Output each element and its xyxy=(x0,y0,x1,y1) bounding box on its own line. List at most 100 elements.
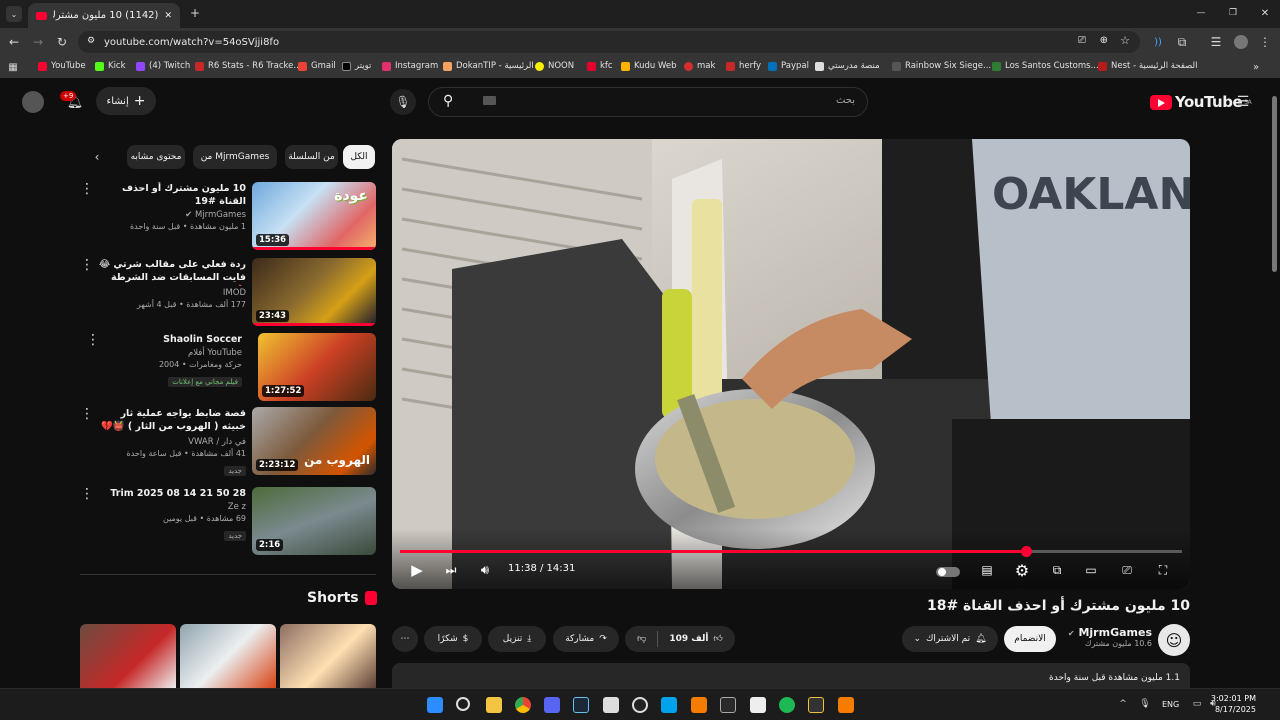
language-indicator[interactable]: ENG xyxy=(1162,700,1179,709)
video-title[interactable]: قصة ضابط يواجه عملية ثار خبيثه ( الهروب … xyxy=(96,407,246,435)
bookmark-kfc[interactable]: kfc xyxy=(587,61,613,71)
channel-name[interactable]: MjrmGames xyxy=(195,210,246,220)
more-actions-icon[interactable]: ⋮ xyxy=(80,407,94,421)
volume-icon[interactable]: 🔊︎ xyxy=(476,561,494,579)
tab-search-icon[interactable]: ⌄ xyxy=(6,6,22,22)
discord-icon[interactable] xyxy=(544,697,560,713)
short-thumbnail[interactable] xyxy=(280,624,376,688)
app-icon[interactable] xyxy=(838,697,854,713)
extensions-puzzle-icon[interactable]: ⧉ xyxy=(1174,34,1190,50)
maximize-icon[interactable]: ❐ xyxy=(1226,6,1240,20)
bookmark-herfy[interactable]: herfy xyxy=(726,61,761,71)
bookmark-star-icon[interactable]: ☆ xyxy=(1120,34,1130,47)
page-scrollbar[interactable] xyxy=(1272,96,1277,272)
join-button[interactable]: الانضمام xyxy=(1004,626,1056,652)
more-actions-icon[interactable]: ⋮ xyxy=(80,258,94,272)
keyboard-icon[interactable] xyxy=(483,96,496,105)
channel-name[interactable]: Ze z xyxy=(96,502,246,512)
video-player[interactable]: OAKLAN ▶ ⏭︎ 🔊︎ 11:38 / 14:31 ▤ ⚙ ⧉ ▭ ⎚ ⛶ xyxy=(392,139,1190,589)
bookmark-paypal[interactable]: Paypal xyxy=(768,61,809,71)
bookmark-nest[interactable]: Nest - الصفحة الرئيسية xyxy=(1098,61,1197,71)
autoplay-toggle[interactable] xyxy=(936,567,960,577)
app-icon[interactable] xyxy=(603,697,619,713)
dislike-button[interactable]: 👎︎ xyxy=(637,634,646,644)
captions-icon[interactable]: ▤ xyxy=(978,561,996,579)
app-icon[interactable] xyxy=(808,697,824,713)
like-button[interactable]: 👍︎ xyxy=(713,634,722,644)
channel-name[interactable]: YouTube أفلام xyxy=(92,348,242,358)
video-title[interactable]: Shaolin Soccer xyxy=(92,333,242,346)
epic-games-icon[interactable] xyxy=(720,697,736,713)
app-icon[interactable] xyxy=(750,697,766,713)
search-icon[interactable]: ⚲ xyxy=(443,93,453,109)
profile-avatar[interactable] xyxy=(1234,35,1248,49)
video-thumbnail[interactable]: الهروب من 2:23:12 xyxy=(252,407,376,475)
media-control-icon[interactable]: ☰ xyxy=(1208,34,1224,50)
site-info-icon[interactable]: ⚙ xyxy=(87,36,95,46)
fullscreen-icon[interactable]: ⛶ xyxy=(1154,561,1172,579)
channel-avatar[interactable]: ☺ xyxy=(1158,624,1190,656)
search-input[interactable]: ⚲ بحث xyxy=(428,87,868,117)
download-button[interactable]: تنزيل ⤓ xyxy=(488,626,546,652)
settings-gear-icon[interactable]: ⚙ xyxy=(1012,560,1032,580)
bookmark-dokantip[interactable]: DokanTIP - الرئيسية xyxy=(443,61,534,71)
tray-expand-icon[interactable]: ^ xyxy=(1116,697,1130,711)
progress-bar[interactable] xyxy=(400,546,1182,557)
bookmark-noon[interactable]: NOON xyxy=(535,61,574,71)
subscribed-button[interactable]: ⌄ تم الاشتراك 🔔︎ xyxy=(902,626,998,652)
chip-all[interactable]: الكل xyxy=(343,145,375,169)
bookmark-r6stats[interactable]: R6 Stats - R6 Tracke... xyxy=(195,61,301,71)
video-title[interactable]: Trim 2025 08 14 21 50 28 xyxy=(96,487,246,500)
forward-icon[interactable]: → xyxy=(30,34,46,50)
chip-from-channel[interactable]: من MjrmGames xyxy=(193,145,277,169)
back-icon[interactable]: ← xyxy=(6,34,22,50)
chrome-icon[interactable] xyxy=(515,697,531,713)
minimize-icon[interactable]: — xyxy=(1194,6,1208,20)
bookmark-mak[interactable]: mak xyxy=(684,61,715,71)
spotify-icon[interactable] xyxy=(779,697,795,713)
chips-prev-icon[interactable]: ‹ xyxy=(90,150,104,164)
recommendation-item[interactable]: 2:16 Trim 2025 08 14 21 50 28 Ze z 69 مش… xyxy=(80,487,376,557)
recommendation-item[interactable]: 23:43 ردة فعلي على مقالب شرتي 😂 فايت الم… xyxy=(80,258,376,328)
extension-icon[interactable]: )) xyxy=(1150,34,1166,50)
more-actions-icon[interactable]: ⋮ xyxy=(86,333,100,347)
more-actions-icon[interactable]: ⋮ xyxy=(80,487,94,501)
obs-icon[interactable] xyxy=(632,697,648,713)
account-avatar[interactable] xyxy=(22,91,44,113)
video-thumbnail[interactable]: عودة 15:36 xyxy=(252,182,376,250)
video-title[interactable]: 10 مليون مشترك أو احذف القناة #19 xyxy=(96,182,246,208)
chip-from-series[interactable]: من السلسلة xyxy=(285,145,338,169)
browser-menu-icon[interactable]: ⋮ xyxy=(1258,34,1272,50)
app-icon[interactable] xyxy=(691,697,707,713)
more-actions-icon[interactable]: ⋮ xyxy=(80,182,94,196)
apps-grid-icon[interactable]: ▦ xyxy=(6,60,20,74)
browser-tab[interactable]: (1142) 10 مليون مشترك أو احذف... ✕ xyxy=(28,3,180,28)
bookmark-twitch[interactable]: (4) Twitch xyxy=(136,61,190,71)
thanks-button[interactable]: شكرًا $ xyxy=(424,626,482,652)
bookmark-madrasati[interactable]: منصة مدرستي xyxy=(815,61,880,71)
recommendation-item[interactable]: الهروب من 2:23:12 قصة ضابط يواجه عملية ث… xyxy=(80,407,376,477)
video-title[interactable]: ردة فعلي على مقالب شرتي 😂 فايت المسابقات… xyxy=(96,258,246,286)
video-thumbnail[interactable]: 2:16 xyxy=(252,487,376,555)
close-window-icon[interactable]: ✕ xyxy=(1258,6,1272,20)
next-icon[interactable]: ⏭︎ xyxy=(442,561,460,579)
search-icon[interactable] xyxy=(456,697,470,711)
bookmark-los-santos[interactable]: Los Santos Customs... xyxy=(992,61,1099,71)
install-app-icon[interactable]: ⎚ xyxy=(1078,35,1086,46)
more-actions-button[interactable]: ⋯ xyxy=(392,626,418,652)
channel-name[interactable]: في دار / VWAR xyxy=(96,437,246,447)
reload-icon[interactable]: ↻ xyxy=(54,34,70,50)
video-thumbnail[interactable]: 1:27:52 xyxy=(258,333,376,401)
short-thumbnail[interactable] xyxy=(80,624,176,688)
network-icon[interactable]: ▭ xyxy=(1190,697,1204,711)
guide-menu-icon[interactable]: ☰ xyxy=(1234,93,1252,111)
start-icon[interactable] xyxy=(427,697,443,713)
theater-mode-icon[interactable]: ▭ xyxy=(1082,561,1100,579)
voice-search-icon[interactable]: 🎙︎ xyxy=(390,89,416,115)
bookmark-kick[interactable]: Kick xyxy=(95,61,126,71)
channel-name[interactable]: IMOD xyxy=(96,288,246,298)
close-tab-icon[interactable]: ✕ xyxy=(164,11,172,21)
app-icon[interactable] xyxy=(661,697,677,713)
short-thumbnail[interactable] xyxy=(180,624,276,688)
steam-icon[interactable] xyxy=(573,697,589,713)
